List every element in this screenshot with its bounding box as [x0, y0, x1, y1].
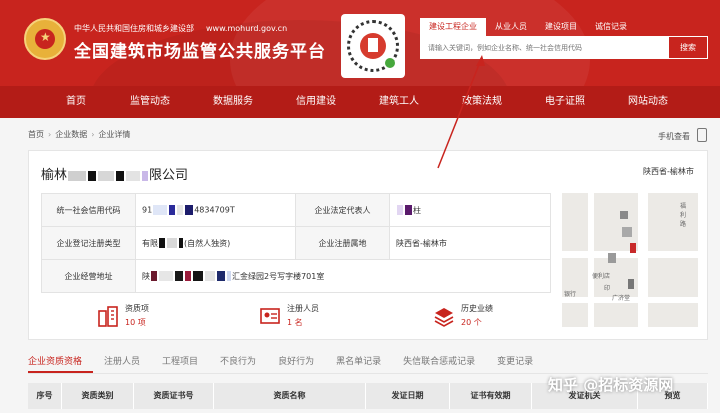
stat-value: 20 个 — [461, 318, 482, 327]
company-name-suffix: 限公司 — [149, 168, 189, 183]
map-label: 广济堂 — [612, 295, 631, 302]
breadcrumb-home[interactable]: 首页 — [28, 130, 44, 139]
breadcrumb-enterprise-data[interactable]: 企业数据 — [55, 130, 87, 139]
mobile-view-link[interactable]: 手机查看 — [658, 131, 690, 142]
map-label: 银行 — [564, 291, 577, 298]
tab-changes[interactable]: 变更记录 — [486, 352, 544, 373]
col-valid-until: 证书有效期 — [450, 383, 532, 409]
legal-rep-value: 柱 — [413, 205, 421, 215]
map-label: 路 — [680, 221, 687, 228]
search-tab-enterprise[interactable]: 建设工程企业 — [420, 18, 486, 36]
site-title[interactable]: 全国建筑市场监管公共服务平台 — [74, 37, 326, 62]
id-card-icon — [260, 308, 280, 324]
reg-type-prefix: 有限 — [142, 238, 158, 248]
company-name-prefix: 榆林 — [41, 168, 68, 183]
nav-item[interactable]: 网站动态 — [618, 86, 678, 118]
nav-item[interactable]: 首页 — [56, 86, 96, 118]
credit-code-label: 统一社会信用代码 — [41, 193, 136, 227]
stat-value: 10 项 — [125, 318, 146, 327]
breadcrumb: 首页 › 企业数据 › 企业详情 — [28, 130, 131, 139]
search-tab-credit[interactable]: 诚信记录 — [586, 18, 636, 36]
map-label: 利 — [680, 212, 687, 219]
search-tab-personnel[interactable]: 从业人员 — [486, 18, 536, 36]
address-prefix: 陕 — [142, 271, 150, 281]
tab-projects[interactable]: 工程项目 — [151, 352, 209, 373]
breadcrumb-current: 企业详情 — [98, 130, 131, 139]
ministry-url[interactable]: www.mohurd.gov.cn — [206, 24, 287, 33]
reg-type-label: 企业登记注册类型 — [41, 226, 136, 260]
layers-icon — [434, 308, 454, 327]
building-icon — [98, 306, 118, 327]
ministry-line: 中华人民共和国住房和城乡建设部 www.mohurd.gov.cn — [74, 23, 287, 34]
stat-label: 资质项 — [125, 304, 149, 313]
col-index: 序号 — [28, 383, 62, 409]
tab-dishonesty[interactable]: 失信联合惩戒记录 — [392, 352, 486, 373]
map-label: 印 — [604, 285, 611, 292]
company-card: 榆林 限公司 陕西省-榆林市 统一社会信用代码 91 4834709T 企业法定代表… — [28, 150, 708, 340]
reg-type-value: (自然人独资) — [184, 238, 231, 248]
watermark: 知乎 @招标资源网 — [548, 376, 674, 394]
nav-item[interactable]: 监管动态 — [120, 86, 180, 118]
national-emblem-icon: ★ — [24, 18, 66, 60]
address-value: 汇金绿园2号写字楼701室 — [232, 271, 325, 281]
credit-code-cell: 91 4834709T — [135, 193, 296, 227]
col-name: 资质名称 — [214, 383, 366, 409]
qr-code-icon — [341, 14, 405, 78]
stat-value: 1 名 — [287, 318, 303, 327]
legal-rep-label: 企业法定代表人 — [295, 193, 390, 227]
company-stats: 资质项 10 项 注册人员 1 名 历史业绩 20 个 — [41, 301, 551, 333]
col-issue-date: 发证日期 — [366, 383, 450, 409]
credit-code-prefix: 91 — [142, 205, 153, 215]
search-box — [420, 36, 668, 59]
reg-place-label: 企业注册属地 — [295, 226, 390, 260]
stat-history-projects[interactable]: 历史业绩 20 个 — [433, 301, 553, 333]
tab-qualifications[interactable]: 企业资质资格 — [28, 352, 94, 373]
stat-label: 注册人员 — [287, 304, 319, 313]
tab-blacklist[interactable]: 黑名单记录 — [325, 352, 392, 373]
map-label: 便利店 — [592, 273, 611, 280]
legal-rep-cell: 柱 — [389, 193, 551, 227]
search-input[interactable] — [420, 36, 668, 59]
reg-type-cell: 有限 (自然人独资) — [135, 226, 296, 260]
site-header: ★ 中华人民共和国住房和城乡建设部 www.mohurd.gov.cn 全国建筑市… — [0, 0, 720, 86]
company-name: 榆林 限公司 — [41, 164, 188, 183]
company-info-table: 统一社会信用代码 91 4834709T 企业法定代表人 柱 企业登记注册类型 有… — [41, 193, 551, 293]
search-tabs: 建设工程企业 从业人员 建设项目 诚信记录 — [420, 18, 636, 36]
col-cert-no: 资质证书号 — [134, 383, 214, 409]
nav-item[interactable]: 电子证照 — [535, 86, 595, 118]
search-button[interactable]: 搜索 — [668, 36, 708, 59]
ministry-name: 中华人民共和国住房和城乡建设部 — [74, 24, 194, 33]
stat-qualifications[interactable]: 资质项 10 项 — [97, 301, 217, 333]
company-region: 陕西省-榆林市 — [643, 167, 694, 176]
detail-tabs: 企业资质资格 注册人员 工程项目 不良行为 良好行为 黑名单记录 失信联合惩戒记… — [28, 352, 708, 374]
location-map[interactable]: 福 利 路 便利店 印 广济堂 银行 — [562, 193, 698, 327]
tab-registered-staff[interactable]: 注册人员 — [93, 352, 151, 373]
search-tab-project[interactable]: 建设项目 — [536, 18, 586, 36]
reg-place-value: 陕西省-榆林市 — [389, 226, 551, 260]
address-cell: 陕 汇金绿园2号写字楼701室 — [135, 259, 551, 293]
nav-item[interactable]: 政策法规 — [452, 86, 512, 118]
stat-label: 历史业绩 — [461, 304, 493, 313]
tab-good-behavior[interactable]: 良好行为 — [267, 352, 325, 373]
nav-item[interactable]: 建筑工人 — [369, 86, 429, 118]
credit-code-value: 4834709T — [194, 205, 235, 215]
col-type: 资质类别 — [62, 383, 134, 409]
stat-registered-staff[interactable]: 注册人员 1 名 — [259, 301, 379, 333]
tab-bad-behavior[interactable]: 不良行为 — [209, 352, 267, 373]
nav-items: 首页 监管动态 数据服务 信用建设 建筑工人 政策法规 电子证照 网站动态 — [0, 86, 720, 118]
address-label: 企业经营地址 — [41, 259, 136, 293]
nav-item[interactable]: 数据服务 — [203, 86, 263, 118]
phone-icon[interactable] — [697, 128, 707, 142]
nav-item[interactable]: 信用建设 — [286, 86, 346, 118]
map-label: 福 — [680, 203, 687, 210]
